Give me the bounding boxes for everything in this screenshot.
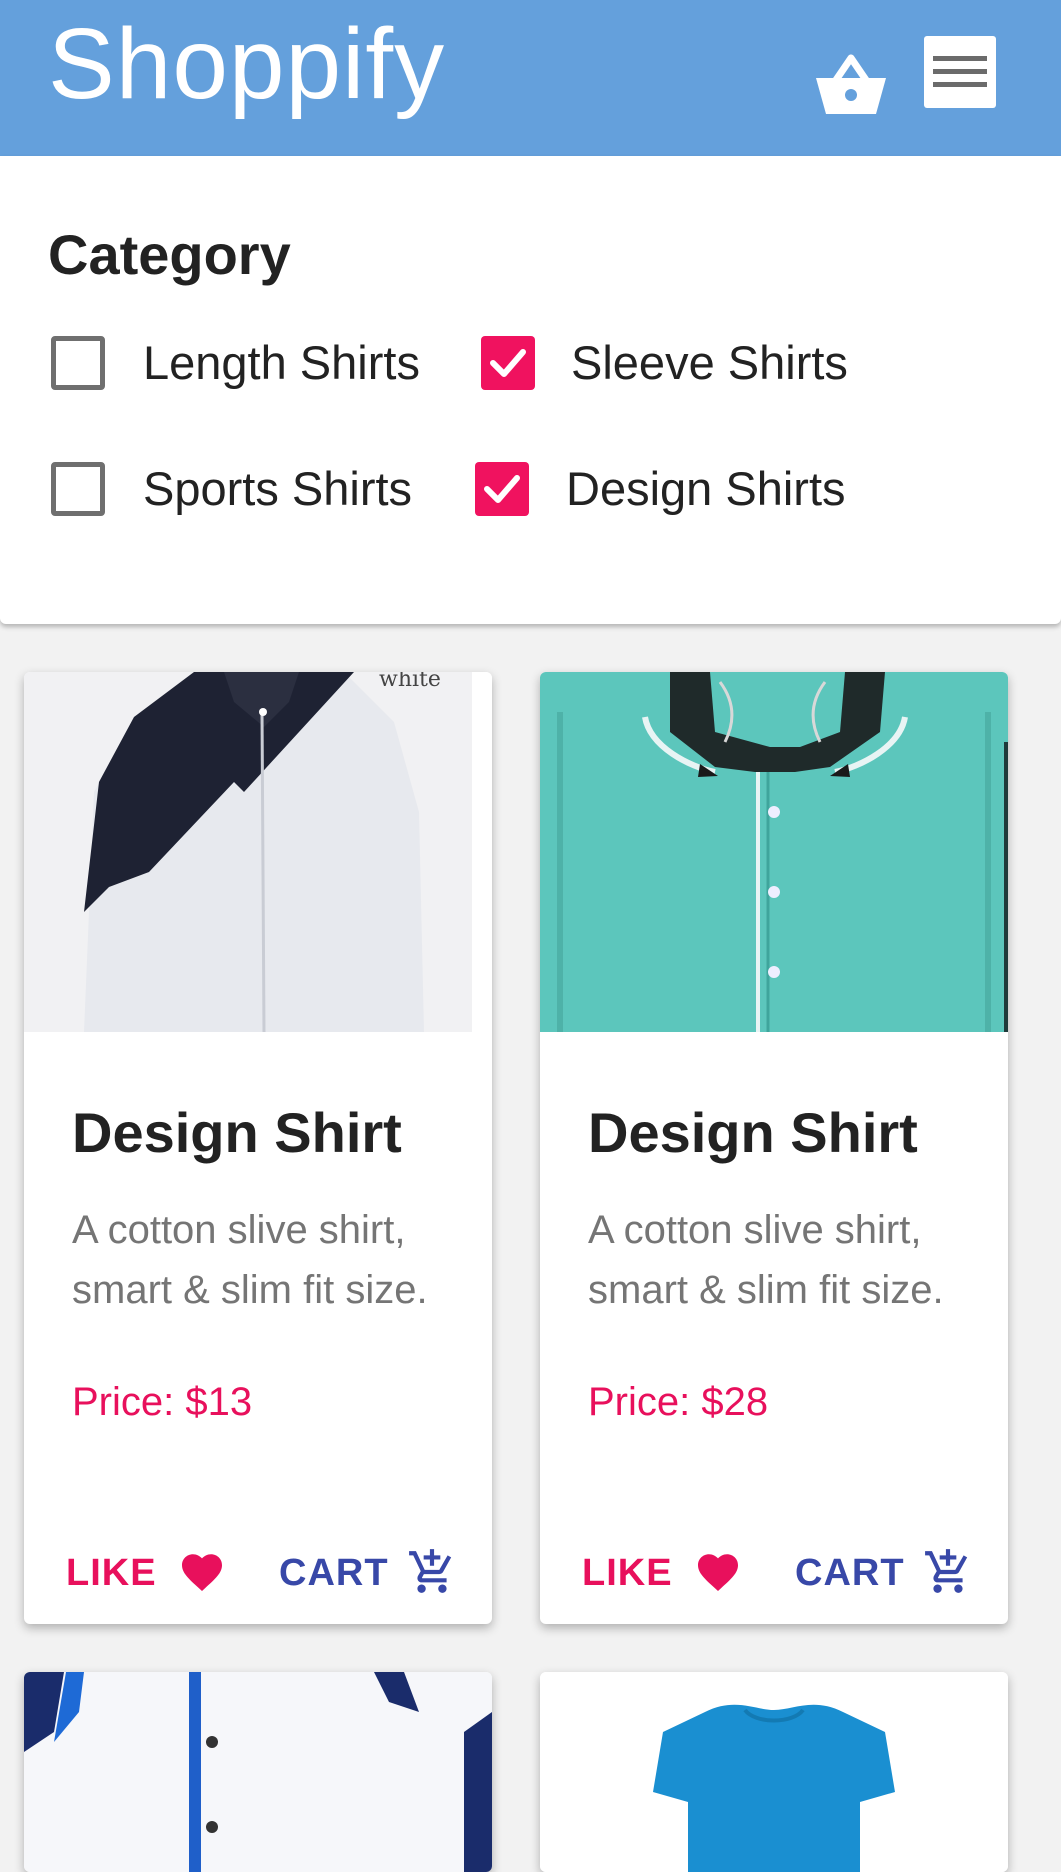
checkbox-label: Sports Shirts xyxy=(143,462,413,515)
check-icon xyxy=(490,349,526,377)
heart-icon xyxy=(698,1554,738,1591)
checkbox-unchecked[interactable] xyxy=(51,336,105,390)
product-title: Design Shirt xyxy=(72,1101,402,1164)
app-title: Shoppify xyxy=(48,8,446,120)
product-price: Price: $28 xyxy=(588,1380,769,1424)
checkbox-label: Design Shirts xyxy=(566,462,846,515)
cart-label: CART xyxy=(795,1552,905,1594)
product-card[interactable] xyxy=(540,1672,1008,1872)
product-price: Price: $13 xyxy=(72,1380,253,1424)
app-bar: Shoppify xyxy=(0,0,1061,156)
product-image xyxy=(24,1672,492,1872)
check-icon xyxy=(484,475,520,503)
checkbox-label: Length Shirts xyxy=(143,336,420,389)
basket-icon[interactable] xyxy=(814,50,888,118)
product-image: white xyxy=(24,672,492,1032)
heart-icon xyxy=(182,1554,222,1591)
checkbox-sleeve-shirts[interactable]: Sleeve Shirts xyxy=(481,336,861,396)
checkbox-checked[interactable] xyxy=(475,462,529,516)
menu-icon-line xyxy=(933,56,987,61)
product-description: A cotton slive shirt, smart & slim fit s… xyxy=(588,1208,944,1312)
checkbox-design-shirts[interactable]: Design Shirts xyxy=(475,462,855,522)
product-title: Design Shirt xyxy=(588,1101,918,1164)
product-image xyxy=(540,672,1008,1032)
like-label: LIKE xyxy=(582,1552,673,1594)
checkbox-checked[interactable] xyxy=(481,336,535,390)
product-card[interactable]: Design Shirt A cotton slive shirt, smart… xyxy=(540,672,1008,1624)
product-description: A cotton slive shirt, smart & slim fit s… xyxy=(72,1208,428,1312)
menu-icon-line xyxy=(933,82,987,87)
checkbox-length-shirts[interactable]: Length Shirts xyxy=(51,336,431,396)
checkbox-label: Sleeve Shirts xyxy=(571,336,848,389)
cart-label: CART xyxy=(279,1552,389,1594)
category-filter-panel: Category Length Shirts Sleeve Shirts Spo… xyxy=(0,156,1061,624)
product-image xyxy=(540,1672,1008,1872)
filter-title: Category xyxy=(48,223,291,286)
add-to-cart-icon xyxy=(409,1549,452,1593)
checkbox-sports-shirts[interactable]: Sports Shirts xyxy=(51,462,431,522)
product-card[interactable] xyxy=(24,1672,492,1872)
image-text: white xyxy=(379,672,441,692)
menu-icon-line xyxy=(933,69,987,74)
product-card[interactable]: white Design Shirt A cotton slive shirt,… xyxy=(24,672,492,1624)
menu-button[interactable] xyxy=(924,36,996,108)
checkbox-unchecked[interactable] xyxy=(51,462,105,516)
like-label: LIKE xyxy=(66,1552,157,1594)
add-to-cart-icon xyxy=(925,1549,968,1593)
